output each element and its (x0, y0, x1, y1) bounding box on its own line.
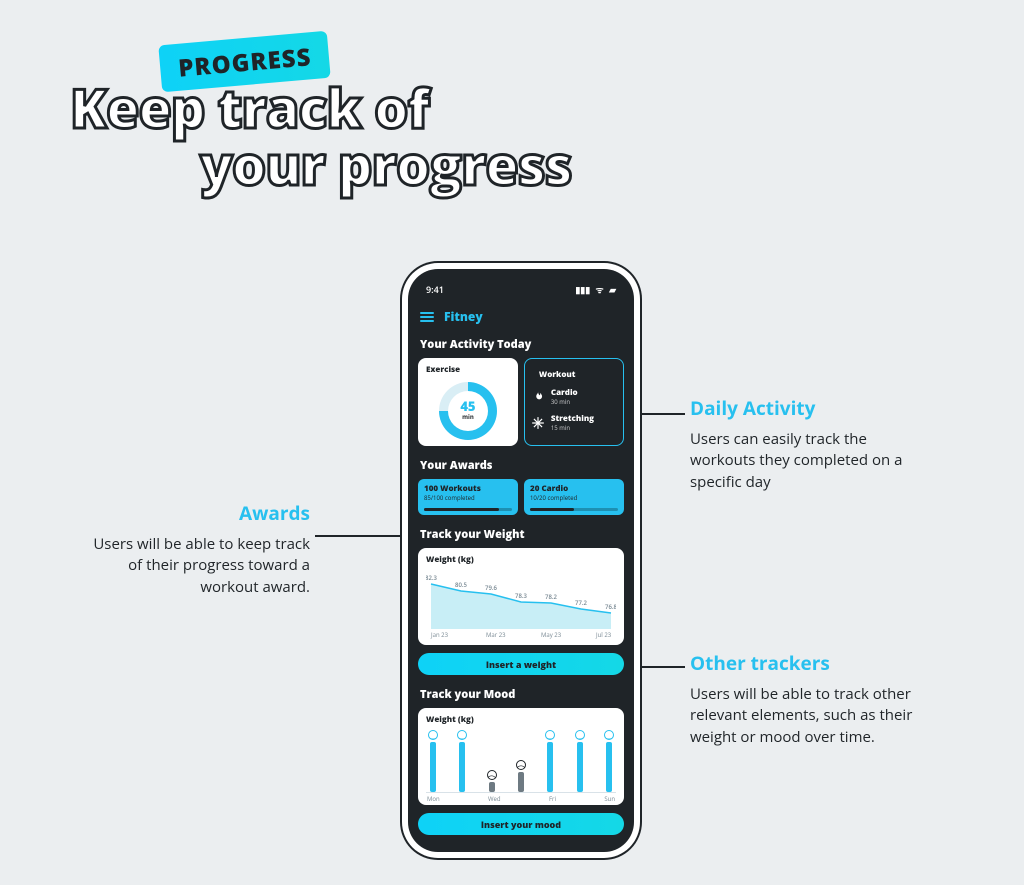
workout-name: Cardio (551, 387, 578, 398)
award-progress-bar (424, 508, 512, 511)
svg-text:Jan 23: Jan 23 (430, 631, 449, 639)
wifi-icon: ᯤ (596, 283, 604, 296)
mood-bar (518, 772, 524, 792)
workout-duration: 15 min (551, 424, 594, 432)
svg-text:79.6: 79.6 (485, 584, 498, 592)
workout-card[interactable]: Workout Cardio 30 min Stretching 15 min (524, 358, 624, 446)
signal-icon: ▮▮▮ (575, 283, 590, 296)
app-brand: Fitney (444, 308, 483, 325)
award-card[interactable]: 100 Workouts 85/100 completed (418, 479, 518, 515)
callout-daily-activity: Daily Activity Users can easily track th… (690, 395, 920, 494)
workout-name: Stretching (551, 413, 594, 424)
weight-chart-card[interactable]: Weight (kg) 82.3 80.5 79.6 78.3 78.2 77.… (418, 548, 624, 645)
svg-text:78.3: 78.3 (515, 592, 528, 600)
x-tick: Fri (549, 795, 556, 803)
mood-x-axis: Mon Wed Fri Sun (426, 793, 616, 803)
card-title: Exercise (418, 358, 518, 375)
callout-title: Other trackers (690, 650, 920, 678)
callout-body: Users can easily track the workouts they… (690, 429, 920, 494)
section-title-mood: Track your Mood (420, 687, 622, 702)
section-title-awards: Your Awards (420, 458, 622, 473)
x-tick: Mon (427, 795, 440, 803)
sad-face-icon: ︵ (487, 770, 497, 780)
snowflake-icon (531, 416, 545, 430)
callout-body: Users will be able to keep track of thei… (80, 534, 310, 599)
mood-bar (577, 742, 583, 792)
mood-bar-col: ‿ (575, 730, 585, 792)
happy-face-icon: ‿ (575, 730, 585, 740)
happy-face-icon: ‿ (545, 730, 555, 740)
mood-bar-col: ‿ (604, 730, 614, 792)
section-title-weight: Track your Weight (420, 527, 622, 542)
insert-mood-button[interactable]: Insert your mood (418, 813, 624, 835)
connector-line (315, 535, 403, 537)
award-progress-text: 10/20 completed (530, 494, 618, 502)
phone-screen: 9:41 ▮▮▮ ᯤ ▰ Fitney Your Activity Today … (408, 269, 634, 852)
phone-frame: 9:41 ▮▮▮ ᯤ ▰ Fitney Your Activity Today … (402, 263, 640, 858)
svg-text:82.3: 82.3 (426, 574, 438, 582)
mood-bar (489, 782, 495, 792)
happy-face-icon: ‿ (457, 730, 467, 740)
battery-icon: ▰ (609, 283, 616, 296)
mood-bar-col: ︵ (487, 770, 497, 792)
progress-ring: 45 min (439, 382, 497, 440)
mood-bar-col: ‿ (457, 730, 467, 792)
award-card[interactable]: 20 Cardio 10/20 completed (524, 479, 624, 515)
chart-title: Weight (kg) (426, 714, 616, 725)
callout-other-trackers: Other trackers Users will be able to tra… (690, 650, 920, 749)
chart-title: Weight (kg) (426, 554, 616, 565)
flame-icon (531, 390, 545, 404)
mood-bar (459, 742, 465, 792)
happy-face-icon: ‿ (604, 730, 614, 740)
callout-awards: Awards Users will be able to keep track … (80, 500, 310, 599)
mood-bar (606, 742, 612, 792)
svg-text:80.5: 80.5 (455, 581, 468, 589)
weight-chart: 82.3 80.5 79.6 78.3 78.2 77.2 76.8 Jan 2… (426, 569, 616, 639)
mood-bar (547, 742, 553, 792)
sad-face-icon: ︵ (516, 760, 526, 770)
exercise-minutes: 45 (460, 400, 475, 413)
award-progress-text: 85/100 completed (424, 494, 512, 502)
callout-body: Users will be able to track other releva… (690, 684, 920, 749)
page-title: Keep track of your progress (70, 79, 572, 192)
mood-bar-col: ‿ (545, 730, 555, 792)
award-progress-bar (530, 508, 618, 511)
svg-text:Jul 23: Jul 23 (595, 631, 612, 639)
svg-text:May 23: May 23 (541, 631, 562, 639)
mood-bar-col: ‿ (428, 730, 438, 792)
mood-chart-card[interactable]: Weight (kg) ‿ ‿ ︵ ︵ ‿ ‿ ‿ Mon Wed Fri Sun (418, 708, 624, 805)
title-line-2: your progress (70, 136, 572, 193)
mood-chart: ‿ ‿ ︵ ︵ ‿ ‿ ‿ (426, 729, 616, 793)
status-icons: ▮▮▮ ᯤ ▰ (572, 283, 616, 296)
callout-title: Awards (80, 500, 310, 528)
workout-duration: 30 min (551, 398, 578, 406)
status-time: 9:41 (426, 283, 444, 296)
workout-item: Stretching 15 min (531, 413, 623, 432)
exercise-unit: min (462, 413, 474, 421)
exercise-card[interactable]: Exercise 45 min (418, 358, 518, 446)
x-tick: Sun (604, 795, 615, 803)
svg-text:76.8: 76.8 (605, 603, 616, 611)
card-title: Workout (531, 363, 623, 380)
status-bar: 9:41 ▮▮▮ ᯤ ▰ (418, 283, 624, 296)
insert-weight-button[interactable]: Insert a weight (418, 653, 624, 675)
mood-bar-col: ︵ (516, 760, 526, 792)
menu-icon[interactable] (420, 312, 434, 322)
svg-text:78.2: 78.2 (545, 593, 558, 601)
award-title: 100 Workouts (424, 483, 512, 494)
award-title: 20 Cardio (530, 483, 618, 494)
svg-text:77.2: 77.2 (575, 599, 588, 607)
callout-title: Daily Activity (690, 395, 920, 423)
section-title-activity: Your Activity Today (420, 337, 622, 352)
mood-bar (430, 742, 436, 792)
workout-item: Cardio 30 min (531, 387, 623, 406)
svg-text:Mar 23: Mar 23 (486, 631, 506, 639)
x-tick: Wed (488, 795, 501, 803)
happy-face-icon: ‿ (428, 730, 438, 740)
